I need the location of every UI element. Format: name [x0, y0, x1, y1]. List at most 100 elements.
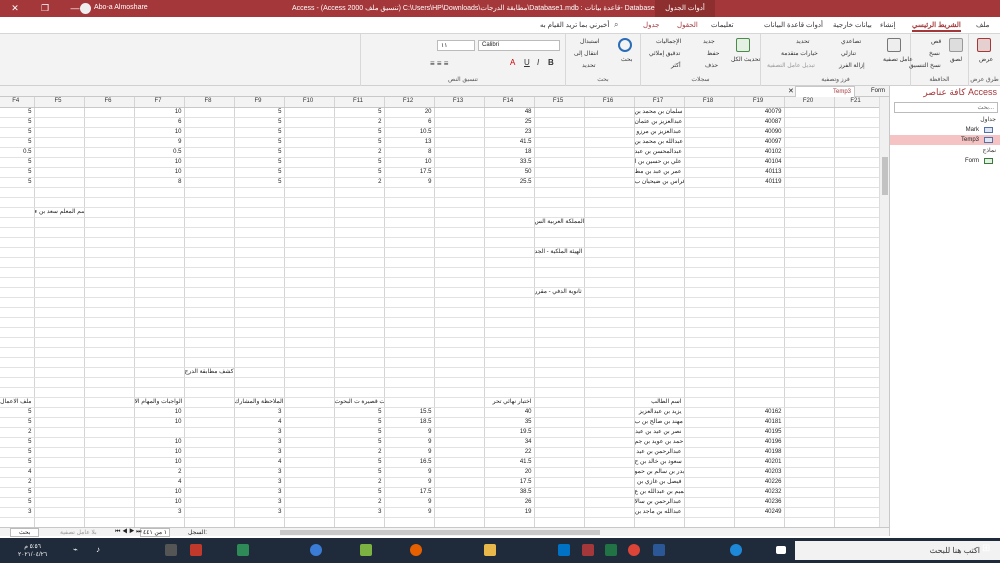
table-cell[interactable]: [534, 157, 585, 168]
nav-item-mark[interactable]: Mark: [890, 125, 1000, 135]
taskbar-search[interactable]: اكتب هنا للبحث: [795, 541, 1000, 560]
table-cell[interactable]: [34, 507, 85, 518]
table-cell[interactable]: [834, 427, 879, 438]
table-cell[interactable]: [0, 337, 35, 348]
table-cell[interactable]: [0, 317, 35, 328]
table-cell[interactable]: [634, 357, 685, 368]
table-cell[interactable]: [634, 377, 685, 388]
table-cell[interactable]: 5: [0, 177, 35, 188]
table-cell[interactable]: 40079: [734, 107, 785, 118]
table-cell[interactable]: [634, 297, 685, 308]
table-cell[interactable]: [134, 347, 185, 358]
table-cell[interactable]: [534, 177, 585, 188]
table-cell[interactable]: [134, 337, 185, 348]
table-cell[interactable]: [84, 437, 135, 448]
table-cell[interactable]: [184, 297, 235, 308]
table-cell[interactable]: [0, 517, 35, 527]
table-cell[interactable]: [434, 107, 485, 118]
column-header[interactable]: F11: [334, 97, 385, 108]
table-cell[interactable]: [134, 267, 185, 278]
table-cell[interactable]: [534, 497, 585, 508]
table-cell[interactable]: [34, 477, 85, 488]
table-cell[interactable]: [834, 187, 879, 198]
table-cell[interactable]: [0, 387, 35, 398]
underline-icon[interactable]: U: [524, 58, 530, 67]
advanced-button[interactable]: خيارات متقدمة: [781, 50, 818, 57]
table-cell[interactable]: [584, 277, 635, 288]
table-cell[interactable]: [634, 277, 685, 288]
table-cell[interactable]: [284, 507, 335, 518]
table-cell[interactable]: 20: [484, 467, 535, 478]
table-cell[interactable]: [284, 447, 335, 458]
table-cell[interactable]: [34, 437, 85, 448]
table-cell[interactable]: [384, 287, 435, 298]
table-cell[interactable]: [534, 297, 585, 308]
table-cell[interactable]: 5: [0, 137, 35, 148]
table-cell[interactable]: [784, 327, 835, 338]
table-cell[interactable]: 10: [134, 497, 185, 508]
table-cell[interactable]: [184, 327, 235, 338]
column-header[interactable]: F13: [434, 97, 485, 108]
column-header[interactable]: F8: [184, 97, 235, 108]
selection-button[interactable]: تحديد: [796, 38, 810, 45]
table-cell[interactable]: [184, 407, 235, 418]
table-cell[interactable]: [284, 247, 335, 258]
table-row[interactable]: [0, 517, 879, 527]
table-cell[interactable]: 3: [234, 447, 285, 458]
table-cell[interactable]: [484, 337, 535, 348]
table-cell[interactable]: [234, 257, 285, 268]
table-cell[interactable]: [484, 307, 535, 318]
table-cell[interactable]: [534, 427, 585, 438]
table-cell[interactable]: [834, 147, 879, 158]
table-cell[interactable]: [784, 207, 835, 218]
spelling-button[interactable]: تدقيق إملائي: [649, 50, 680, 57]
table-row[interactable]: 5 10 3 5 15.5 40 يزيد بن عبدالعزيز 40162: [0, 407, 879, 418]
table-cell[interactable]: [584, 337, 635, 348]
table-cell[interactable]: [734, 307, 785, 318]
table-cell[interactable]: [584, 497, 635, 508]
table-cell[interactable]: 9: [384, 467, 435, 478]
table-cell[interactable]: [734, 277, 785, 288]
table-cell[interactable]: سعود بن خالد بن ح: [634, 457, 685, 468]
tab-home[interactable]: الشريط الرئيسي: [912, 21, 961, 32]
table-cell[interactable]: [584, 167, 635, 178]
table-cell[interactable]: 10: [134, 417, 185, 428]
table-cell[interactable]: [634, 347, 685, 358]
table-cell[interactable]: [784, 487, 835, 498]
table-cell[interactable]: 5: [0, 157, 35, 168]
table-cell[interactable]: 9: [384, 437, 435, 448]
table-cell[interactable]: [384, 247, 435, 258]
table-cell[interactable]: 5: [334, 107, 385, 118]
table-cell[interactable]: [134, 517, 185, 527]
table-cell[interactable]: [584, 247, 635, 258]
table-cell[interactable]: علي بن حسين بن ا: [634, 157, 685, 168]
table-cell[interactable]: 10: [134, 107, 185, 118]
table-cell[interactable]: [834, 107, 879, 118]
table-row[interactable]: 5 10 5 5 10 33.5 علي بن حسين بن ا 40104: [0, 157, 879, 168]
table-cell[interactable]: [734, 187, 785, 198]
table-cell[interactable]: مهند بن صالح بن ب: [634, 417, 685, 428]
table-row[interactable]: ثانوية الدفي - مقرر: [0, 287, 879, 298]
table-cell[interactable]: [34, 257, 85, 268]
table-cell[interactable]: [634, 327, 685, 338]
filter-icon[interactable]: [887, 38, 901, 52]
table-row[interactable]: [0, 377, 879, 388]
table-cell[interactable]: 13: [384, 137, 435, 148]
table-cell[interactable]: بدر بن سالم بن حمو: [634, 467, 685, 478]
table-cell[interactable]: [384, 387, 435, 398]
column-header[interactable]: F19: [734, 97, 785, 108]
table-cell[interactable]: [734, 257, 785, 268]
table-cell[interactable]: [684, 127, 735, 138]
table-cell[interactable]: [534, 437, 585, 448]
table-cell[interactable]: [384, 397, 435, 408]
table-cell[interactable]: [134, 207, 185, 218]
table-cell[interactable]: الواجبات والمهام الا: [134, 397, 185, 408]
table-cell[interactable]: [484, 237, 535, 248]
table-cell[interactable]: [34, 327, 85, 338]
table-cell[interactable]: [684, 187, 735, 198]
table-cell[interactable]: 5: [0, 167, 35, 178]
table-cell[interactable]: [0, 267, 35, 278]
table-cell[interactable]: [184, 397, 235, 408]
tab-fields[interactable]: الحقول: [677, 21, 698, 29]
table-cell[interactable]: [434, 377, 485, 388]
